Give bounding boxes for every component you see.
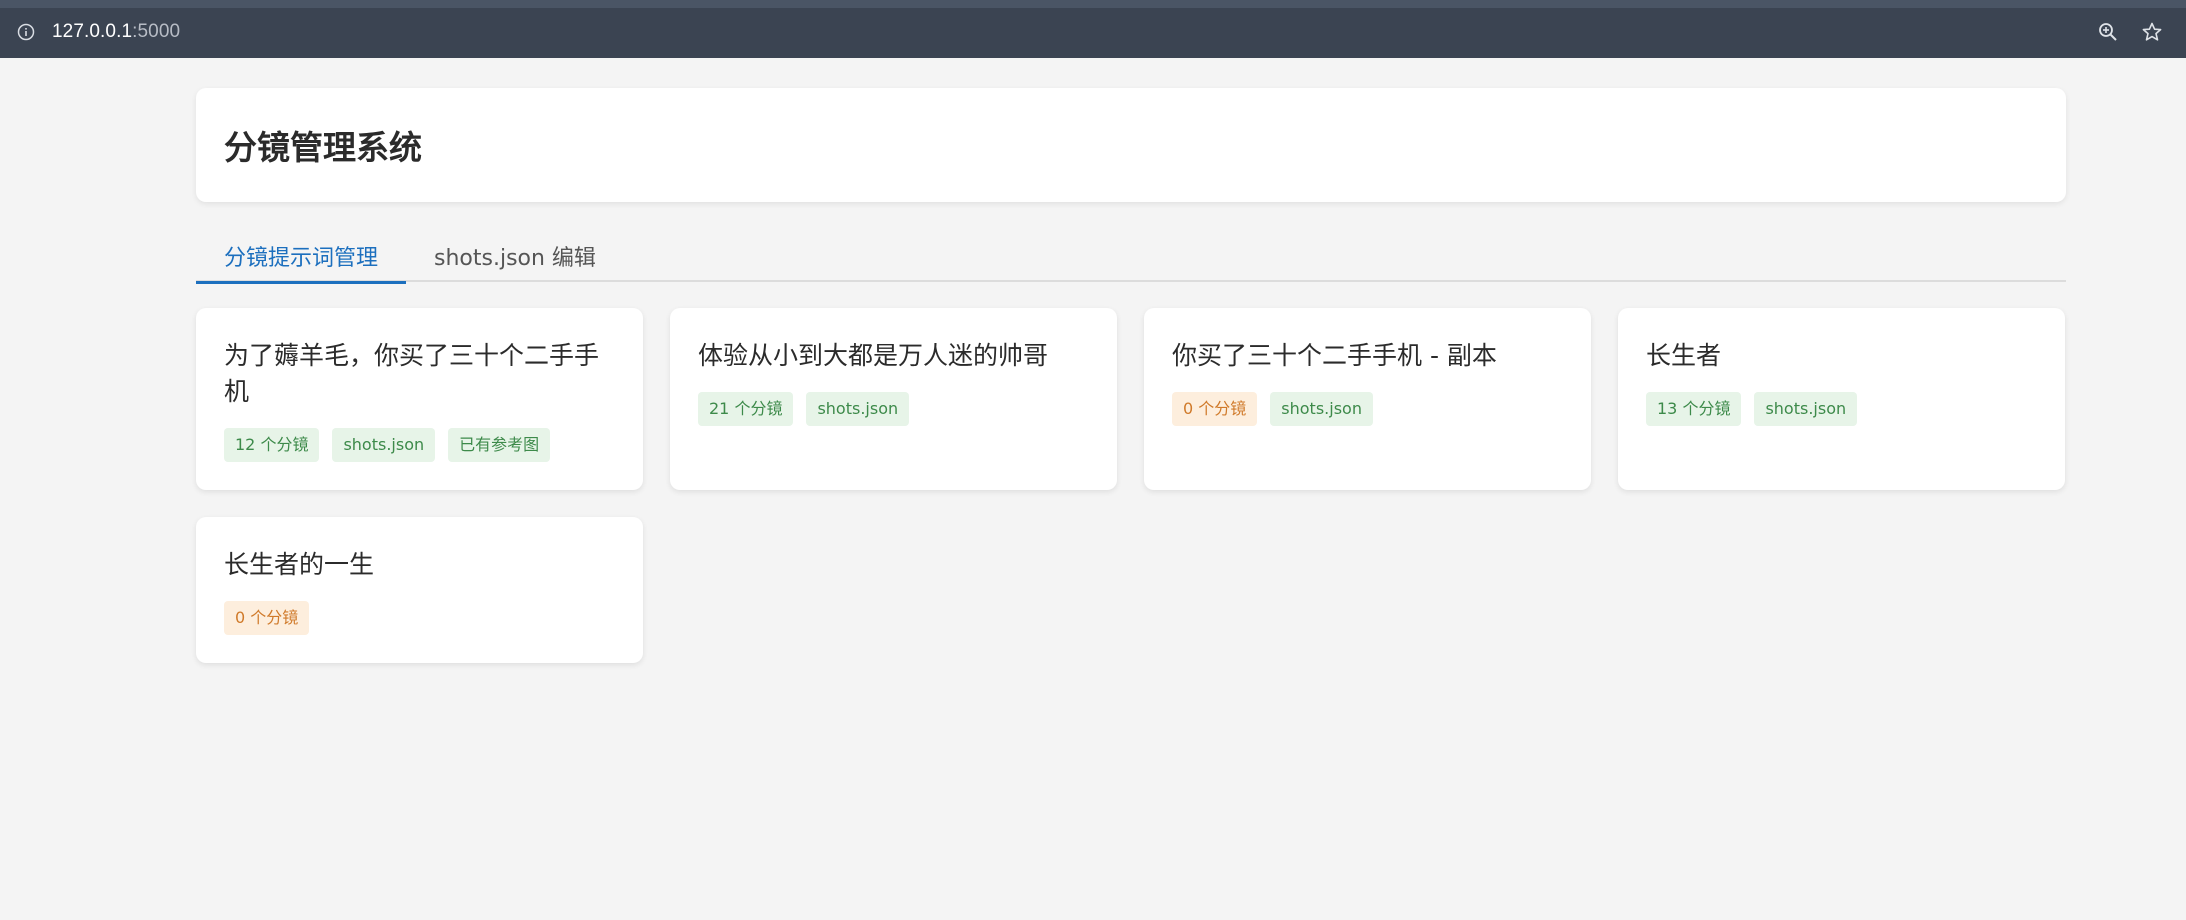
shots-json-badge: shots.json (806, 392, 910, 426)
main-container: 分镜管理系统 分镜提示词管理 shots.json 编辑 为了薅羊毛，你买了三十… (196, 88, 2066, 663)
zoom-icon[interactable] (2097, 21, 2119, 43)
tab-shots-json-editor[interactable]: shots.json 编辑 (406, 230, 624, 282)
project-card[interactable]: 长生者 13 个分镜 shots.json (1618, 308, 2065, 490)
browser-toolbar: 127.0.0.1:5000 (0, 0, 2186, 58)
shot-count-badge: 13 个分镜 (1646, 392, 1742, 426)
badge-list: 13 个分镜 shots.json (1646, 392, 2037, 426)
url-text[interactable]: 127.0.0.1:5000 (52, 21, 180, 43)
project-grid: 为了薅羊毛，你买了三十个二手手机 12 个分镜 shots.json 已有参考图… (196, 308, 2066, 663)
badge-list: 0 个分镜 shots.json (1172, 392, 1563, 426)
badge-list: 12 个分镜 shots.json 已有参考图 (224, 428, 615, 462)
shot-count-badge: 21 个分镜 (698, 392, 794, 426)
project-card[interactable]: 长生者的一生 0 个分镜 (196, 517, 643, 663)
info-icon[interactable] (15, 21, 37, 43)
address-bar[interactable]: 127.0.0.1:5000 (5, 11, 2181, 53)
shot-count-badge: 0 个分镜 (224, 601, 310, 635)
shots-json-badge: shots.json (332, 428, 436, 462)
project-card[interactable]: 你买了三十个二手手机 - 副本 0 个分镜 shots.json (1144, 308, 1591, 490)
badge-list: 21 个分镜 shots.json (698, 392, 1089, 426)
tab-bar: 分镜提示词管理 shots.json 编辑 (196, 230, 2066, 284)
shot-count-badge: 0 个分镜 (1172, 392, 1258, 426)
project-title: 体验从小到大都是万人迷的帅哥 (698, 341, 1049, 370)
project-title: 长生者的一生 (224, 550, 375, 579)
badge-list: 0 个分镜 (224, 601, 615, 635)
page-title: 分镜管理系统 (224, 128, 422, 167)
shots-json-badge: shots.json (1270, 392, 1373, 426)
project-title: 长生者 (1646, 341, 1722, 370)
project-card[interactable]: 为了薅羊毛，你买了三十个二手手机 12 个分镜 shots.json 已有参考图 (196, 308, 643, 490)
url-host: 127.0.0.1 (52, 21, 133, 42)
shots-json-badge: shots.json (1754, 392, 1858, 426)
project-title: 你买了三十个二手手机 - 副本 (1172, 341, 1497, 370)
star-icon[interactable] (2141, 21, 2163, 43)
header-card: 分镜管理系统 (196, 88, 2066, 202)
url-port: :5000 (132, 21, 181, 42)
project-card[interactable]: 体验从小到大都是万人迷的帅哥 21 个分镜 shots.json (670, 308, 1117, 490)
shot-count-badge: 12 个分镜 (224, 428, 320, 462)
tab-storyboard-prompts[interactable]: 分镜提示词管理 (196, 230, 407, 284)
project-title: 为了薅羊毛，你买了三十个二手手机 (224, 341, 600, 406)
reference-image-badge: 已有参考图 (448, 428, 551, 462)
